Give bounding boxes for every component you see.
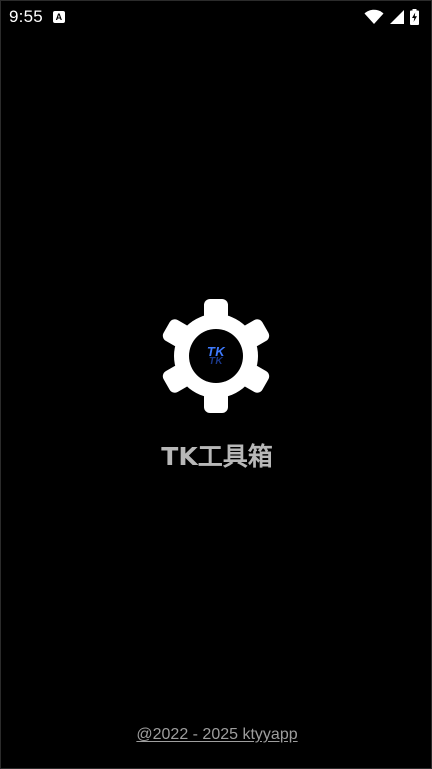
logo-badge: TK TK xyxy=(189,329,243,383)
app-window: 9:55 A TK TK TK工具箱 @2022 - 2025 ktyyapp xyxy=(0,0,432,769)
logo-text-reflection: TK xyxy=(208,356,224,367)
app-logo: TK TK xyxy=(159,299,273,413)
app-name: TK工具箱 xyxy=(161,442,273,471)
copyright-link[interactable]: @2022 - 2025 ktyyapp xyxy=(1,726,432,744)
splash-screen: TK TK TK工具箱 @2022 - 2025 ktyyapp xyxy=(1,1,432,769)
